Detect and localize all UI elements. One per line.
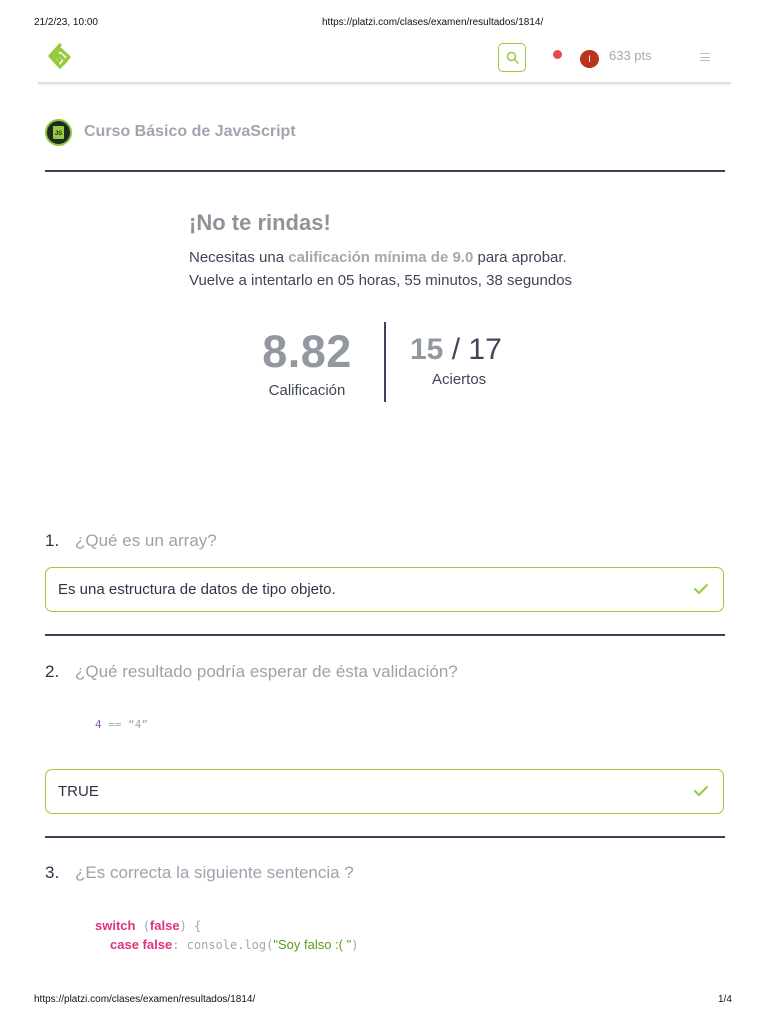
print-url: https://platzi.com/clases/examen/resulta… [322, 17, 544, 28]
print-footer-url: https://platzi.com/clases/examen/resulta… [34, 994, 256, 1005]
avatar[interactable]: I [580, 50, 599, 68]
question-number: 3. [45, 863, 60, 882]
question-text: ¿Es correcta la siguiente sentencia ? [75, 863, 354, 882]
question-divider [45, 836, 725, 838]
print-page-number: 1/4 [718, 994, 732, 1005]
search-icon [506, 51, 519, 64]
print-datetime: 21/2/23, 10:00 [34, 17, 98, 28]
check-icon [694, 786, 708, 796]
points-counter: 633 pts [609, 48, 652, 63]
code-line-1: switch (false) { [95, 918, 202, 933]
retry-countdown: Vuelve a intentarlo en 05 horas, 55 minu… [189, 272, 573, 289]
hits-value: 15 / 17 [410, 333, 502, 366]
question-text: ¿Qué es un array? [75, 531, 217, 550]
check-icon [694, 584, 708, 594]
code-line-2: case false: console.log("Soy falso :( ") [110, 937, 359, 952]
course-title[interactable]: Curso Básico de JavaScript [84, 123, 296, 141]
platzi-logo[interactable] [47, 43, 73, 76]
hits-label: Aciertos [432, 371, 487, 388]
course-divider [45, 170, 725, 172]
score-label: Calificación [268, 382, 346, 399]
score-divider [384, 322, 386, 402]
menu-icon[interactable] [700, 53, 710, 62]
question-divider [45, 634, 725, 636]
answer-option-correct: TRUE [45, 769, 724, 814]
search-button[interactable] [498, 43, 526, 72]
answer-text: Es una estructura de datos de tipo objet… [58, 581, 336, 598]
nav-separator [38, 82, 731, 84]
code-snippet: 4 == “4” [95, 718, 148, 731]
notification-dot[interactable] [553, 50, 562, 59]
answer-text: TRUE [58, 783, 99, 800]
course-badge-icon: JS [45, 119, 72, 146]
result-requirement: Necesitas una calificación mínima de 9.0… [189, 249, 567, 266]
question-text: ¿Qué resultado podría esperar de ésta va… [75, 662, 458, 681]
question-number: 1. [45, 531, 60, 550]
question-number: 2. [45, 662, 60, 681]
result-title: ¡No te rindas! [189, 210, 331, 235]
answer-option-correct: Es una estructura de datos de tipo objet… [45, 567, 724, 612]
score-value: 8.82 [262, 326, 352, 377]
min-score-highlight: calificación mínima de 9.0 [288, 249, 474, 266]
